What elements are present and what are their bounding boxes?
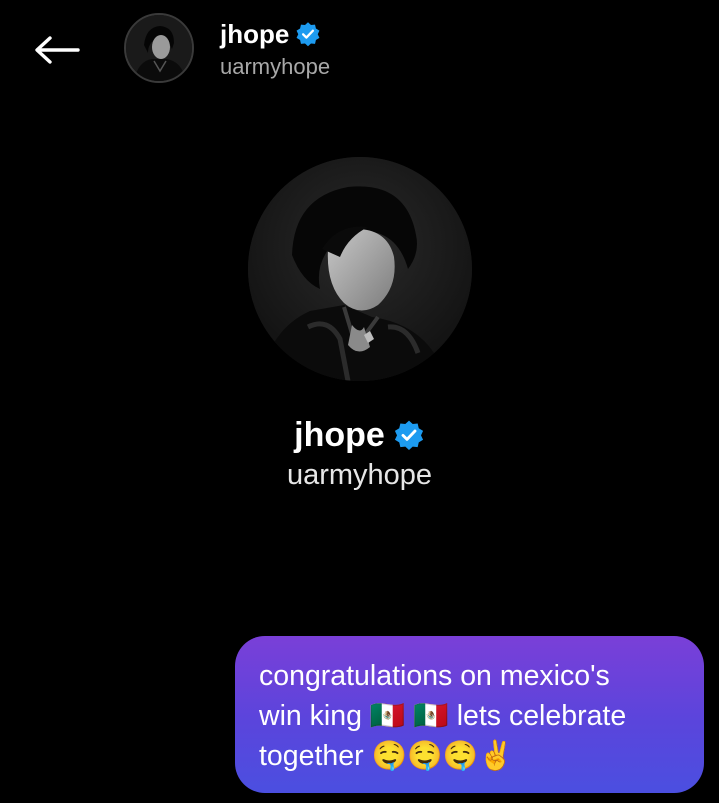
header-avatar[interactable] — [124, 13, 194, 83]
header-name-row[interactable]: jhope — [220, 18, 321, 50]
profile-display-name: jhope — [294, 416, 385, 454]
profile-handle: uarmyhope — [286, 459, 433, 491]
profile-avatar[interactable] — [248, 157, 472, 381]
chat-header: jhope uarmyhope — [0, 0, 719, 110]
profile-photo — [248, 157, 472, 381]
back-button[interactable] — [28, 28, 84, 72]
profile-name-row: jhope — [0, 414, 719, 456]
verified-badge-icon — [296, 22, 320, 47]
arrow-left-icon — [35, 36, 80, 64]
header-display-name: jhope — [220, 19, 290, 49]
verified-badge-icon — [394, 420, 423, 451]
sent-message-bubble[interactable]: congratulations on mexico's win king 🇲🇽 … — [235, 636, 704, 793]
avatar-photo — [126, 15, 192, 81]
message-text: congratulations on mexico's win king 🇲🇽 … — [259, 660, 627, 772]
header-handle: uarmyhope — [220, 54, 331, 79]
